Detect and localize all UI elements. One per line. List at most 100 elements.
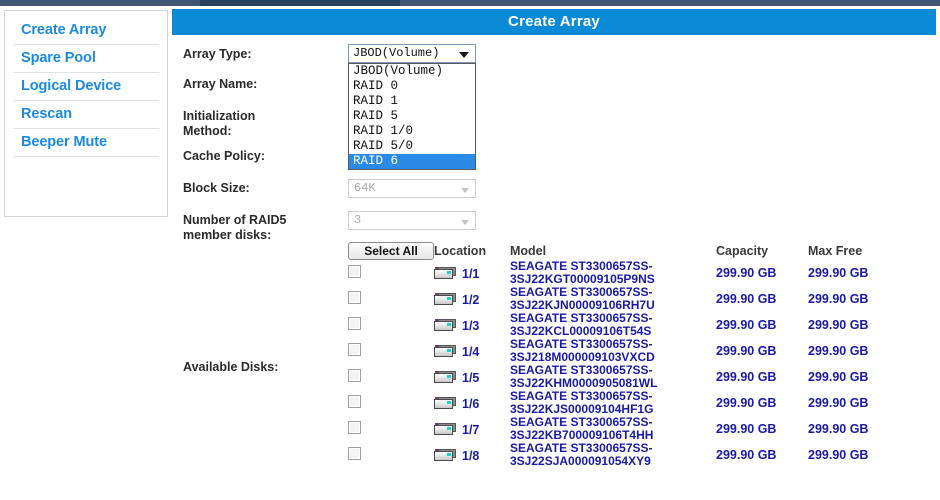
array-type-label: Array Type: (183, 47, 252, 61)
disk-capacity-cell: 299.90 GB (716, 266, 777, 280)
column-header-location: Location (434, 244, 487, 258)
form-row-initialization-method: Initialization Method: (183, 109, 936, 149)
array-type-option-jbod[interactable]: JBOD(Volume) (349, 64, 475, 79)
disk-max-free-cell: 299.90 GB (808, 370, 869, 384)
disk-checkbox-cell (348, 390, 434, 416)
table-row: 1/6 SEAGATE ST3300657SS-3SJ22KJS00009104H… (348, 390, 904, 416)
disk-location-text: 1/5 (462, 370, 480, 385)
disk-select-checkbox[interactable] (348, 421, 361, 434)
block-size-select[interactable]: 64K (348, 179, 476, 198)
select-all-button[interactable]: Select All (348, 242, 434, 260)
table-row: 1/1 SEAGATE ST3300657SS-3SJ22KGT00009105P… (348, 260, 904, 286)
cache-policy-label: Cache Policy: (183, 149, 265, 163)
disk-location-cell: 1/3 (434, 312, 510, 338)
disk-select-checkbox[interactable] (348, 317, 361, 330)
disk-model-cell: SEAGATE ST3300657SS-3SJ22KJS00009104HF1G (510, 389, 654, 416)
array-type-option-raid10[interactable]: RAID 1/0 (349, 124, 475, 139)
table-row: 1/5 SEAGATE ST3300657SS-3SJ22KHM000090508… (348, 364, 904, 390)
disk-select-checkbox[interactable] (348, 265, 361, 278)
sidebar-item-spare-pool[interactable]: Spare Pool (13, 45, 159, 73)
disk-select-checkbox[interactable] (348, 447, 361, 460)
disk-checkbox-cell (348, 312, 434, 338)
table-row: 1/7 SEAGATE ST3300657SS-3SJ22KB700009106T… (348, 416, 904, 442)
disk-checkbox-cell (348, 286, 434, 312)
block-size-label: Block Size: (183, 181, 250, 195)
raid5-member-disks-value: 3 (354, 213, 362, 227)
disk-max-free-cell: 299.90 GB (808, 422, 869, 436)
hard-disk-icon (434, 371, 456, 384)
disk-max-free-cell: 299.90 GB (808, 292, 869, 306)
disk-max-free-cell: 299.90 GB (808, 266, 869, 280)
disk-select-checkbox[interactable] (348, 369, 361, 382)
disk-model-cell: SEAGATE ST3300657SS-3SJ218M000009103VXCD (510, 337, 655, 364)
chevron-down-icon (461, 188, 469, 193)
array-type-option-list[interactable]: JBOD(Volume) RAID 0 RAID 1 RAID 5 RAID 1… (348, 63, 476, 170)
page-title: Create Array (172, 9, 936, 35)
form-row-array-type: Array Type: JBOD(Volume) JBOD(Volume) RA… (183, 44, 936, 170)
raid5-member-disks-control: 3 (348, 211, 476, 230)
hard-disk-icon (434, 293, 456, 306)
sidebar-item-beeper-mute[interactable]: Beeper Mute (13, 129, 159, 157)
disk-capacity-cell: 299.90 GB (716, 422, 777, 436)
disk-model-cell: SEAGATE ST3300657SS-3SJ22KGT00009105P9NS (510, 259, 655, 286)
table-row: 1/2 SEAGATE ST3300657SS-3SJ22KJN00009106R… (348, 286, 904, 312)
disk-select-checkbox[interactable] (348, 343, 361, 356)
main-content: Create Array Array Type: JBOD(Volume) JB… (172, 9, 936, 498)
sidebar-item-rescan[interactable]: Rescan (13, 101, 159, 129)
table-row: 1/8 SEAGATE ST3300657SS-3SJ22SJA000091054… (348, 442, 904, 468)
disk-location-text: 1/6 (462, 396, 480, 411)
select-all-cell: Select All (348, 242, 434, 260)
sidebar-nav: Create Array Spare Pool Logical Device R… (4, 10, 168, 217)
disk-max-free-cell: 299.90 GB (808, 448, 869, 462)
disk-max-free-cell: 299.90 GB (808, 318, 869, 332)
column-header-capacity: Capacity (716, 244, 769, 258)
disk-checkbox-cell (348, 416, 434, 442)
array-type-option-raid1[interactable]: RAID 1 (349, 94, 475, 109)
array-type-option-raid6[interactable]: RAID 6 (349, 154, 475, 169)
disk-location-text: 1/3 (462, 318, 480, 333)
hard-disk-icon (434, 267, 456, 280)
array-type-option-raid50[interactable]: RAID 5/0 (349, 139, 475, 154)
array-type-select[interactable]: JBOD(Volume) (348, 44, 476, 63)
hard-disk-icon (434, 423, 456, 436)
disk-rows-body: 1/1 SEAGATE ST3300657SS-3SJ22KGT00009105P… (348, 260, 904, 468)
column-header-max-free: Max Free (808, 244, 863, 258)
raid5-member-disks-select[interactable]: 3 (348, 211, 476, 230)
disk-location-cell: 1/2 (434, 286, 510, 312)
disk-checkbox-cell (348, 338, 434, 364)
disk-max-free-cell: 299.90 GB (808, 344, 869, 358)
disk-checkbox-cell (348, 442, 434, 468)
table-row: 1/3 SEAGATE ST3300657SS-3SJ22KCL00009106T… (348, 312, 904, 338)
disk-checkbox-cell (348, 260, 434, 286)
disk-model-cell: SEAGATE ST3300657SS-3SJ22KHM0000905081WL (510, 363, 658, 390)
disk-capacity-cell: 299.90 GB (716, 318, 777, 332)
form-row-cache-policy: Cache Policy: (183, 149, 936, 181)
array-type-selected-value: JBOD(Volume) (353, 46, 440, 60)
disk-location-text: 1/2 (462, 292, 480, 307)
initialization-method-label: Initialization Method: (183, 109, 256, 138)
disk-max-free-cell: 299.90 GB (808, 396, 869, 410)
disk-model-cell: SEAGATE ST3300657SS-3SJ22KB700009106T4HH (510, 415, 654, 442)
chevron-down-icon (459, 52, 469, 58)
disk-capacity-cell: 299.90 GB (716, 396, 777, 410)
disk-checkbox-cell (348, 364, 434, 390)
sidebar-item-logical-device[interactable]: Logical Device (13, 73, 159, 101)
disk-location-cell: 1/5 (434, 364, 510, 390)
hard-disk-icon (434, 449, 456, 462)
array-type-option-raid5[interactable]: RAID 5 (349, 109, 475, 124)
disk-select-checkbox[interactable] (348, 291, 361, 304)
chrome-underline (0, 6, 940, 8)
array-name-label: Array Name: (183, 77, 258, 91)
sidebar-item-create-array[interactable]: Create Array (13, 17, 159, 45)
available-disks-table: Select All Location Model Capacity Max F… (348, 242, 904, 468)
disk-location-cell: 1/4 (434, 338, 510, 364)
disk-capacity-cell: 299.90 GB (716, 370, 777, 384)
hard-disk-icon (434, 319, 456, 332)
table-header-row: Select All Location Model Capacity Max F… (348, 242, 904, 260)
array-type-option-raid0[interactable]: RAID 0 (349, 79, 475, 94)
disk-location-cell: 1/8 (434, 442, 510, 468)
disk-location-cell: 1/7 (434, 416, 510, 442)
disk-location-text: 1/4 (462, 344, 480, 359)
array-type-control: JBOD(Volume) JBOD(Volume) RAID 0 RAID 1 … (348, 44, 476, 170)
disk-select-checkbox[interactable] (348, 395, 361, 408)
